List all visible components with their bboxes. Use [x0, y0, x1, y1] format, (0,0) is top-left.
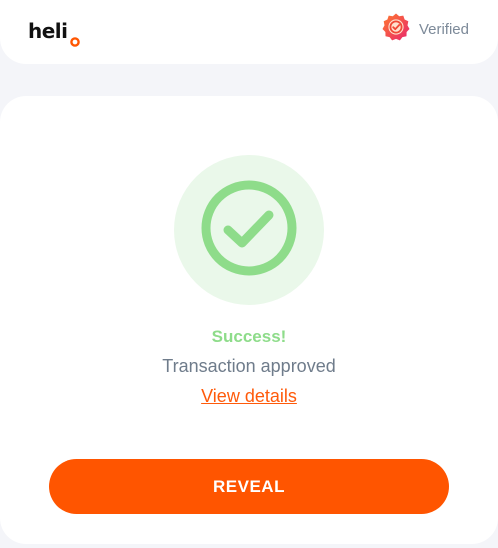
reveal-button[interactable]: REVEAL — [49, 459, 449, 514]
header-bar: heli Verified — [0, 0, 498, 64]
helio-logo[interactable]: heli — [28, 17, 80, 47]
success-card: Success! Transaction approved View detai… — [0, 96, 498, 544]
logo-ring-icon — [69, 28, 80, 47]
checkmark-circle-icon — [199, 178, 299, 283]
status-title: Success! — [211, 327, 287, 346]
view-details-link[interactable]: View details — [0, 386, 498, 407]
success-halo — [174, 155, 324, 305]
logo-text: heli — [28, 19, 68, 43]
status-subtitle: Transaction approved — [162, 356, 336, 376]
verified-badge: Verified — [381, 12, 469, 47]
verified-seal-icon — [381, 12, 411, 47]
verified-label: Verified — [418, 20, 469, 38]
